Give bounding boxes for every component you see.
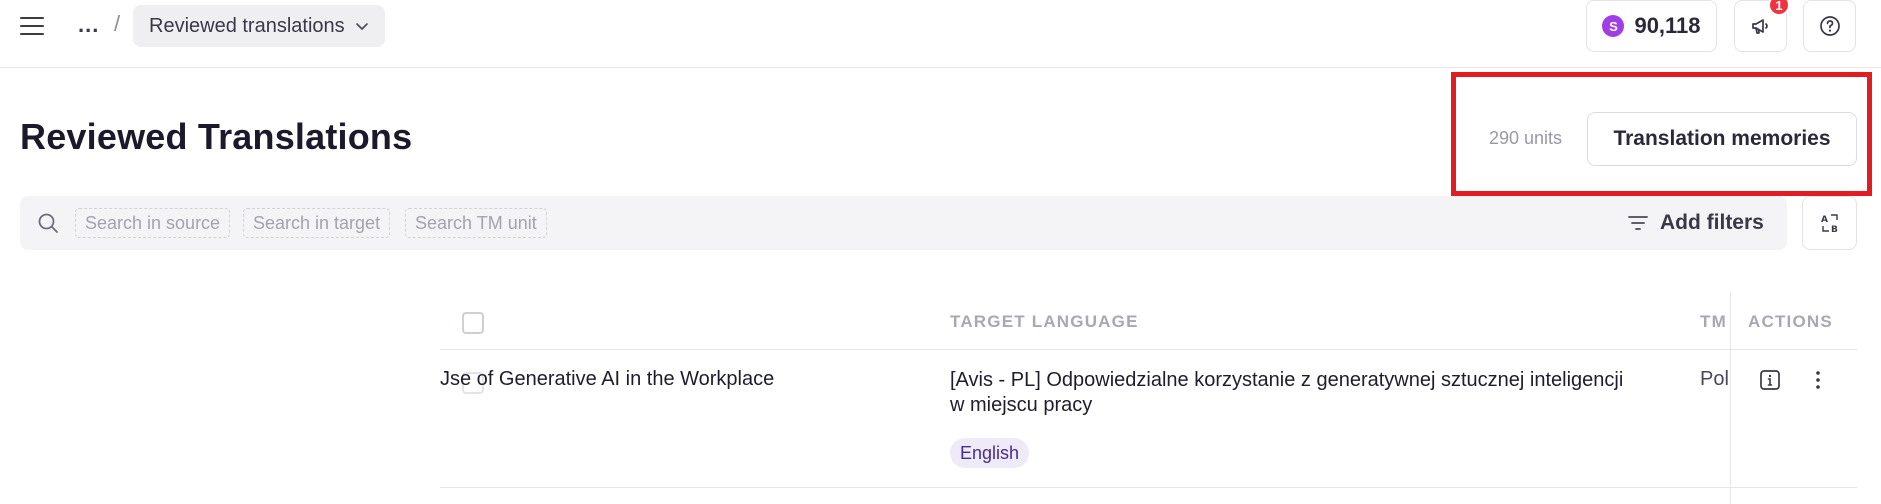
source-text: Jse of Generative AI in the Workplace bbox=[440, 368, 775, 390]
search-tm-unit-input[interactable]: Search TM unit bbox=[405, 208, 547, 238]
help-button[interactable] bbox=[1803, 0, 1856, 52]
translate-toggle-button[interactable]: A B bbox=[1802, 196, 1857, 250]
breadcrumb-current-dropdown[interactable]: Reviewed translations bbox=[133, 5, 385, 47]
info-icon bbox=[1760, 370, 1780, 390]
chevron-down-icon bbox=[355, 23, 368, 30]
tm-cell: Pol bbox=[1700, 368, 1729, 390]
breadcrumb-current-label: Reviewed translations bbox=[149, 14, 345, 37]
breadcrumb-ellipsis[interactable]: ... bbox=[78, 12, 99, 38]
row-divider bbox=[440, 487, 1857, 488]
column-header-target-language[interactable]: TARGET LANGUAGE bbox=[950, 312, 1139, 332]
add-filters-button[interactable]: Add filters bbox=[1626, 208, 1764, 238]
translation-memories-button[interactable]: Translation memories bbox=[1587, 112, 1857, 166]
translate-icon: A B bbox=[1821, 214, 1838, 235]
menu-icon[interactable] bbox=[20, 14, 48, 38]
filter-icon bbox=[1628, 216, 1648, 230]
top-bar: ... / Reviewed translations S 90,118 1 bbox=[0, 0, 1881, 68]
credits-button[interactable]: S 90,118 bbox=[1586, 0, 1717, 52]
actions-column-divider bbox=[1730, 292, 1731, 504]
page-title: Reviewed Translations bbox=[20, 116, 413, 157]
language-badge: English bbox=[950, 438, 1030, 468]
column-header-tm[interactable]: TM bbox=[1700, 312, 1727, 332]
translations-table: TARGET LANGUAGE TM ACTIONS Jse of Genera… bbox=[440, 292, 1857, 504]
help-icon bbox=[1819, 16, 1840, 36]
svg-text:B: B bbox=[1831, 225, 1838, 235]
megaphone-icon bbox=[1751, 19, 1768, 34]
info-button[interactable] bbox=[1758, 368, 1782, 392]
breadcrumb-separator: / bbox=[114, 11, 121, 36]
select-all-checkbox[interactable] bbox=[462, 312, 484, 334]
search-icon bbox=[38, 213, 58, 233]
search-in-target-input[interactable]: Search in target bbox=[243, 208, 391, 238]
target-text: [Avis - PL] Odpowiedzialne korzystanie z… bbox=[950, 369, 1624, 416]
column-header-actions: ACTIONS bbox=[1748, 312, 1833, 331]
search-bar: Search in source Search in target Search… bbox=[20, 196, 1787, 250]
credits-coin-icon: S bbox=[1602, 15, 1625, 37]
add-filters-label: Add filters bbox=[1660, 211, 1764, 234]
units-count: 290 units bbox=[1489, 128, 1563, 148]
search-in-source-input[interactable]: Search in source bbox=[75, 208, 231, 238]
more-actions-button[interactable] bbox=[1806, 368, 1830, 392]
more-vertical-icon bbox=[1816, 371, 1820, 389]
credits-amount: 90,118 bbox=[1634, 13, 1701, 38]
header-divider bbox=[440, 349, 1857, 350]
svg-text:A: A bbox=[1821, 215, 1828, 225]
